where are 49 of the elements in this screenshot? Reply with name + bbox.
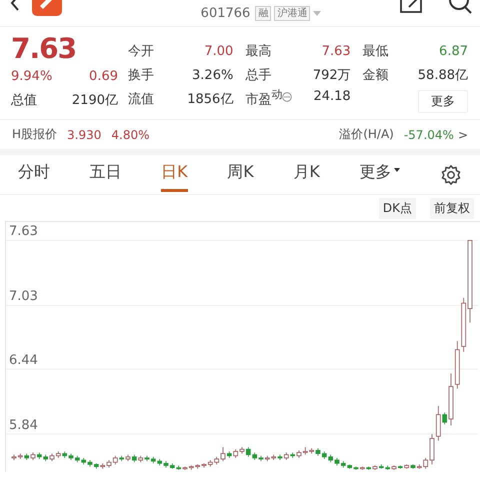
stat-value: 1856亿 [187, 91, 234, 109]
stock-code: 601766 [200, 6, 250, 21]
settings-icon[interactable] [440, 164, 462, 186]
stat-value: 24.18 [313, 88, 351, 106]
stat-label: 换手 [128, 67, 154, 85]
chart-option-button[interactable]: 前复权 [430, 198, 474, 219]
more-dots-icon[interactable] [282, 92, 292, 102]
chevron[interactable]: > [458, 128, 468, 142]
stat-label: 流值 [128, 91, 154, 109]
period-tab[interactable]: 分时 [18, 158, 50, 192]
stat-value: 792万 [312, 67, 351, 85]
stat-value: 7.63 [322, 43, 351, 61]
chart-option-button[interactable]: DK点 [378, 198, 416, 219]
period-tab[interactable]: 更多 [359, 158, 400, 192]
h-share-price: 3.930 [67, 128, 102, 142]
stat-label: 最高 [245, 43, 272, 61]
stat-value: 58.88亿 [418, 67, 468, 85]
stat-label: 金额 [362, 67, 389, 85]
stat-value: 7.00 [204, 43, 234, 61]
stat-value: 3.26% [192, 67, 234, 85]
market-tag: 融 [255, 6, 272, 21]
caret-icon [394, 168, 400, 173]
h-share-label: H股报价 [12, 126, 58, 143]
h-share-change: 4.80% [111, 128, 150, 142]
stat-label: 总手 [245, 67, 272, 85]
back-icon[interactable] [10, 0, 20, 12]
search-icon[interactable] [448, 0, 474, 16]
axis-label: 7.03 [9, 289, 38, 304]
change-percent: 9.94% [11, 68, 52, 86]
axis-label: 5.84 [9, 418, 38, 434]
current-price: 7.63 [11, 33, 78, 65]
period-tab[interactable]: 月K [293, 158, 320, 192]
period-tab[interactable]: 日K [161, 158, 188, 192]
stat-value: 2190亿 [72, 92, 118, 110]
stat-label: 总值 [11, 92, 37, 110]
stat-label: 市盈$^{动}$ [245, 86, 282, 109]
more-button[interactable]: 更多 [418, 90, 468, 113]
period-tab[interactable]: 周K [227, 158, 254, 192]
stat-value: 6.87 [439, 43, 468, 61]
axis-label: 7.63 [9, 224, 38, 240]
stat-label: 今开 [128, 43, 154, 61]
axis-label: 6.44 [9, 353, 38, 368]
premium-label: 溢价(H/A) [339, 126, 394, 143]
market-tag: 沪港通 [274, 6, 310, 21]
period-tab[interactable]: 五日 [90, 158, 122, 192]
change-amount: 0.69 [89, 68, 118, 86]
premium-value: -57.04% [404, 128, 454, 142]
stat-label: 最低 [362, 43, 389, 61]
share-icon[interactable] [400, 0, 422, 14]
